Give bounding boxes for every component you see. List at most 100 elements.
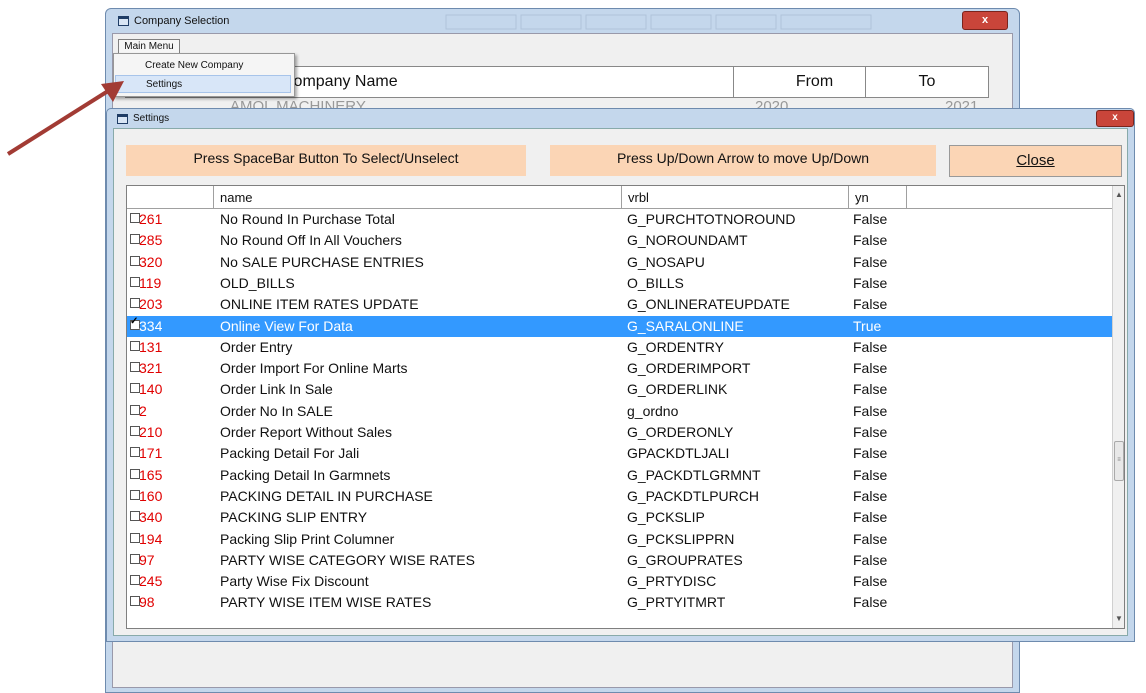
row-code: 285 xyxy=(139,232,163,249)
row-code: 160 xyxy=(139,487,163,504)
row-code: 131 xyxy=(139,338,163,355)
company-row-from: 2020 xyxy=(755,98,789,108)
window-icon xyxy=(118,16,129,26)
row-yn: True xyxy=(853,317,882,334)
row-vrbl: G_ONLINERATEUPDATE xyxy=(627,296,790,313)
annotation-arrow xyxy=(6,81,124,156)
grid-vertical-scrollbar[interactable]: ▲ ≡ ▼ xyxy=(1112,186,1124,628)
table-row[interactable]: 171 Packing Detail For Jali GPACKDTLJALI Fa… xyxy=(127,443,1112,464)
row-yn: False xyxy=(853,594,888,611)
row-vrbl: G_PACKDTLPURCH xyxy=(627,487,759,504)
table-row[interactable]: 210 Order Report Without Sales G_ORDERONLY… xyxy=(127,422,1112,443)
row-yn: False xyxy=(853,487,888,504)
row-code: 119 xyxy=(139,274,162,291)
main-menu-dropdown: Create New Company Settings xyxy=(113,53,295,97)
row-yn: False xyxy=(853,232,888,249)
row-yn: False xyxy=(853,509,888,526)
close-button-label: Close xyxy=(1016,152,1055,169)
row-code: 340 xyxy=(139,509,163,526)
row-vrbl: G_PACKDTLGRMNT xyxy=(627,466,761,483)
row-vrbl: G_PRTYDISC xyxy=(627,573,717,590)
row-code: 2 xyxy=(139,402,147,419)
row-yn: False xyxy=(853,338,888,355)
from-column-header[interactable]: From xyxy=(734,67,866,97)
settings-client-area: Press SpaceBar Button To Select/Unselect… xyxy=(113,128,1128,636)
row-name: Online View For Data xyxy=(220,317,353,334)
row-vrbl: G_PURCHTOTNOROUND xyxy=(627,211,796,227)
row-vrbl: O_BILLS xyxy=(627,274,684,291)
settings-grid: name vrbl yn 261 No Round In Purchase Tot… xyxy=(126,185,1125,629)
yn-column-header[interactable]: yn xyxy=(849,186,907,208)
hint-spacebar: Press SpaceBar Button To Select/Unselect xyxy=(126,145,526,176)
row-code: 321 xyxy=(139,360,163,377)
scroll-up-arrow-icon[interactable]: ▲ xyxy=(1113,188,1124,202)
row-vrbl: G_SARALONLINE xyxy=(627,317,744,334)
row-yn: False xyxy=(853,551,888,568)
row-name: No Round In Purchase Total xyxy=(220,211,395,227)
table-row[interactable]: 119 OLD_BILLS O_BILLS False xyxy=(127,273,1112,294)
row-vrbl: G_NOSAPU xyxy=(627,253,705,270)
background-toolbar-ghost xyxy=(246,12,966,32)
scroll-thumb[interactable]: ≡ xyxy=(1114,441,1124,481)
table-row[interactable]: 285 No Round Off In All Vouchers G_NOROUND… xyxy=(127,230,1112,251)
company-selection-titlebar: Company Selection xyxy=(118,15,229,27)
table-row[interactable]: 194 Packing Slip Print Columner G_PCKSLIPP… xyxy=(127,529,1112,550)
close-button[interactable]: Close xyxy=(949,145,1122,177)
row-yn: False xyxy=(853,381,888,398)
grid-col-code-header xyxy=(127,186,214,208)
row-yn: False xyxy=(853,530,888,547)
row-name: Order Link In Sale xyxy=(220,381,333,398)
table-row[interactable]: 131 Order Entry G_ORDENTRY False xyxy=(127,337,1112,358)
row-code: 203 xyxy=(139,296,163,313)
row-name: PACKING SLIP ENTRY xyxy=(220,509,368,526)
vrbl-column-header[interactable]: vrbl xyxy=(622,186,849,208)
table-row[interactable]: 261 No Round In Purchase Total G_PURCHTOTN… xyxy=(127,209,1112,230)
row-name: Party Wise Fix Discount xyxy=(220,573,369,590)
row-name: PARTY WISE CATEGORY WISE RATES xyxy=(220,551,475,568)
row-name: OLD_BILLS xyxy=(220,274,295,291)
table-row[interactable]: 203 ONLINE ITEM RATES UPDATE G_ONLINERATEU… xyxy=(127,294,1112,315)
company-row-name: AMOL MACHINERY xyxy=(230,98,366,108)
row-code: 320 xyxy=(139,253,163,270)
company-selection-title: Company Selection xyxy=(134,15,230,27)
row-vrbl: g_ordno xyxy=(627,402,679,419)
row-vrbl: G_ORDENTRY xyxy=(627,338,724,355)
row-vrbl: G_PCKSLIP xyxy=(627,509,705,526)
settings-window: Settings x Press SpaceBar Button To Sele… xyxy=(106,108,1135,642)
settings-grid-header: name vrbl yn xyxy=(127,186,1112,209)
menu-item-create-new-company[interactable]: Create New Company xyxy=(115,57,291,75)
scroll-down-arrow-icon[interactable]: ▼ xyxy=(1113,612,1124,626)
row-yn: False xyxy=(853,402,888,419)
company-row-to: 2021 xyxy=(945,98,979,108)
hint-arrow-keys: Press Up/Down Arrow to move Up/Down xyxy=(550,145,936,176)
menu-item-settings[interactable]: Settings xyxy=(115,75,291,93)
row-name: Order Import For Online Marts xyxy=(220,360,408,377)
row-name: PACKING DETAIL IN PURCHASE xyxy=(220,487,433,504)
table-row[interactable]: 340 PACKING SLIP ENTRY G_PCKSLIP False xyxy=(127,507,1112,528)
company-row[interactable]: AMOL MACHINERY 2020 2021 xyxy=(125,96,987,108)
row-vrbl: GPACKDTLJALI xyxy=(627,445,730,462)
row-name: No SALE PURCHASE ENTRIES xyxy=(220,253,424,270)
company-selection-close-button[interactable]: x xyxy=(962,11,1008,30)
table-row[interactable]: 321 Order Import For Online Marts G_ORDERI… xyxy=(127,358,1112,379)
table-row[interactable]: 2 Order No In SALE g_ordno False xyxy=(127,401,1112,422)
table-row[interactable]: 160 PACKING DETAIL IN PURCHASE G_PACKDTLPU… xyxy=(127,486,1112,507)
settings-close-x-button[interactable]: x xyxy=(1096,110,1134,127)
table-row[interactable]: 140 Order Link In Sale G_ORDERLINK False xyxy=(127,379,1112,400)
row-code: 140 xyxy=(139,381,163,398)
row-code: 97 xyxy=(139,551,155,568)
table-row[interactable]: 245 Party Wise Fix Discount G_PRTYDISC Fals… xyxy=(127,571,1112,592)
row-name: Packing Detail In Garmnets xyxy=(220,466,391,483)
row-vrbl: G_GROUPRATES xyxy=(627,551,743,568)
name-column-header[interactable]: name xyxy=(214,186,622,208)
row-vrbl: G_PRTYITMRT xyxy=(627,594,726,611)
table-row[interactable]: 97 PARTY WISE CATEGORY WISE RATES G_GROUPR… xyxy=(127,550,1112,571)
row-vrbl: G_ORDERLINK xyxy=(627,381,728,398)
table-row[interactable]: 165 Packing Detail In Garmnets G_PACKDTLGR… xyxy=(127,465,1112,486)
row-name: ONLINE ITEM RATES UPDATE xyxy=(220,296,419,313)
table-row[interactable]: 334 Online View For Data G_SARALONLINE True xyxy=(127,315,1112,337)
table-row[interactable]: 98 PARTY WISE ITEM WISE RATES G_PRTYITMRT F… xyxy=(127,592,1112,613)
row-yn: False xyxy=(853,253,888,270)
table-row[interactable]: 320 No SALE PURCHASE ENTRIES G_NOSAPU False xyxy=(127,252,1112,273)
to-column-header[interactable]: To xyxy=(866,67,988,97)
